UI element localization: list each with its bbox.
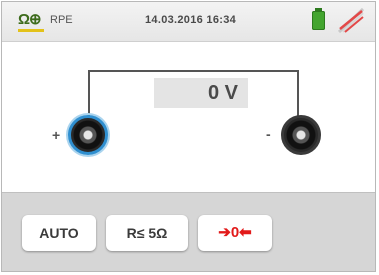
softkey-bar: AUTO R≤ 5Ω ➔0⬅ bbox=[2, 192, 375, 271]
plus-terminal-label: + bbox=[52, 127, 61, 143]
zero-calibration-button[interactable]: ➔0⬅ bbox=[198, 215, 272, 251]
rpe-function-icon: Ω⊕ bbox=[18, 10, 44, 32]
no-signal-icon bbox=[337, 7, 365, 34]
measurement-area: 0 V + - bbox=[2, 42, 375, 192]
instrument-screen: Ω⊕ RPE 14.03.2016 16:34 0 V + - AUTO R≤ … bbox=[1, 1, 376, 272]
battery-icon bbox=[312, 8, 325, 30]
range-limit-button[interactable]: R≤ 5Ω bbox=[106, 215, 188, 251]
status-bar: Ω⊕ RPE 14.03.2016 16:34 bbox=[2, 2, 375, 42]
minus-terminal-label: - bbox=[266, 126, 271, 142]
plus-terminal-jack-icon bbox=[68, 115, 108, 155]
function-label: RPE bbox=[50, 14, 73, 26]
voltage-readout: 0 V bbox=[154, 78, 248, 108]
minus-terminal-jack-icon bbox=[281, 115, 321, 155]
rpe-function-glyph: Ω⊕ bbox=[18, 11, 42, 28]
date-time: 14.03.2016 16:34 bbox=[145, 14, 237, 26]
function-underline bbox=[18, 29, 44, 32]
auto-button[interactable]: AUTO bbox=[22, 215, 96, 251]
